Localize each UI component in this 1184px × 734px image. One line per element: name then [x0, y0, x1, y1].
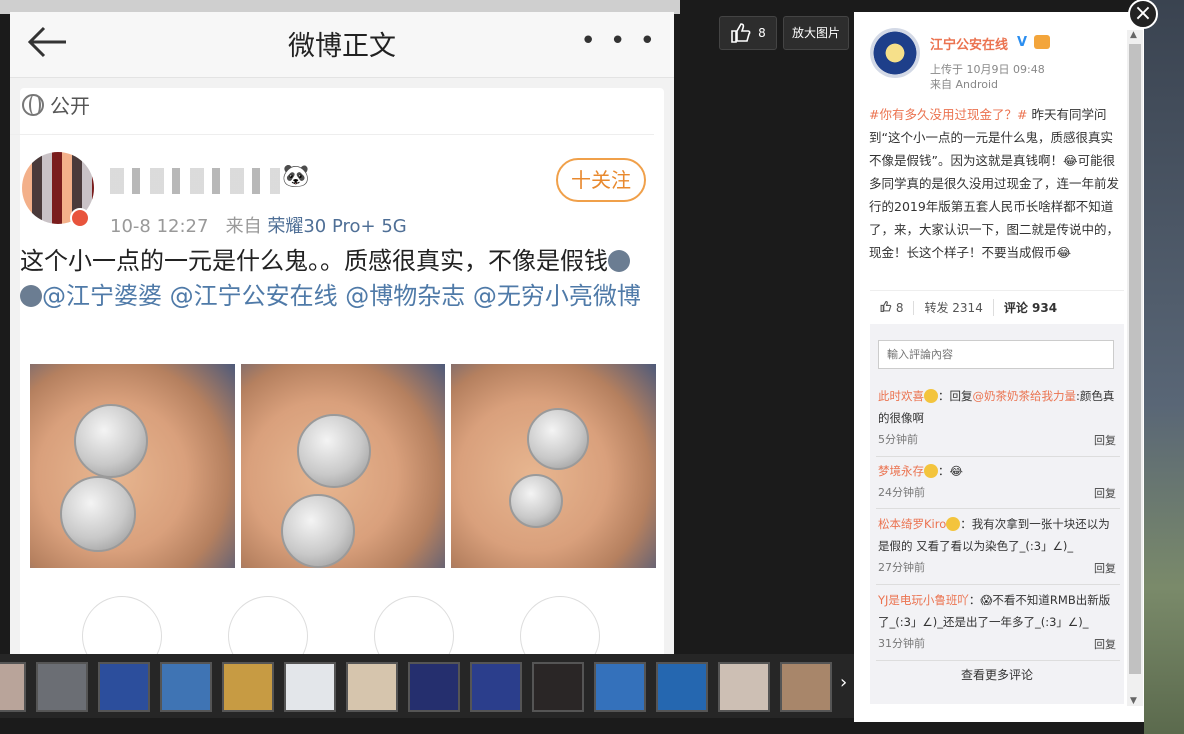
thumbs-up-icon	[731, 23, 751, 43]
comment-user[interactable]: 松本绮罗Kiro	[878, 517, 946, 531]
visibility-label: 公开	[22, 90, 90, 119]
divider	[876, 660, 1120, 661]
author-avatar[interactable]	[870, 28, 920, 78]
thumbnail[interactable]	[470, 662, 522, 712]
thumbnail[interactable]	[346, 662, 398, 712]
thumbnail[interactable]	[780, 662, 832, 712]
comment-item: 梦境永存 ：😂 24分钟前 回复	[878, 460, 1118, 504]
coin-photo-1	[30, 364, 235, 568]
comment-item: YJ是电玩小鲁班吖：😱不看不知道RMB出新版了_(:3」∠)_还是出了一年多了_…	[878, 589, 1118, 655]
like-count: 8	[895, 300, 904, 315]
repost-button[interactable]: 转发 2314	[914, 299, 994, 316]
device-name: 荣耀30 Pro+ 5G	[267, 216, 407, 237]
reply-button[interactable]: 回复	[1094, 483, 1116, 505]
zoom-image-button[interactable]: 放大图片	[783, 16, 849, 50]
divider	[876, 508, 1120, 509]
thumbnail[interactable]	[284, 662, 336, 712]
scroll-thumb[interactable]	[1129, 44, 1141, 674]
reply-button[interactable]: 回复	[1094, 634, 1116, 656]
post-body-text: 昨天有同学问到“这个小一点的一元是什么鬼，质感很真实不像是假钱”。因为这就是真钱…	[869, 107, 1120, 260]
coin-photos	[30, 364, 657, 568]
comment-text: ：😂	[938, 464, 963, 478]
comment-input[interactable]	[878, 340, 1114, 369]
coin-icon	[527, 408, 590, 470]
thumbs-up-icon	[880, 300, 892, 312]
verified-icon: V	[1017, 35, 1028, 50]
background-wallpaper	[1144, 0, 1184, 734]
visibility-text: 公开	[50, 94, 90, 118]
thumbnail[interactable]	[718, 662, 770, 712]
scroll-down-icon[interactable]: ▼	[1130, 696, 1137, 706]
comment-item: 此时欢喜 ：回复@奶茶奶茶给我力量:颜色真的很像啊 5分钟前 回复	[878, 385, 1118, 451]
thumbnail[interactable]	[532, 662, 584, 712]
post-mentions: @江宁婆婆 @江宁公安在线 @博物杂志 @无穷小亮微博	[42, 282, 641, 310]
comment-mention[interactable]: @奶茶奶茶给我力量	[973, 389, 1077, 403]
phone-post-text: 这个小一点的一元是什么鬼。。质感很真实，不像是假钱 @江宁婆婆 @江宁公安在线 @…	[20, 244, 650, 314]
coin-photo-2	[240, 364, 446, 568]
globe-icon	[22, 93, 44, 116]
comment-time: 24分钟前	[878, 486, 925, 499]
coin-icon	[296, 414, 371, 488]
comment-item: 松本绮罗Kiro ：我有次拿到一张十块还以为是假的 又看了看以为染色了_(:3」∠…	[878, 513, 1118, 579]
thumbnail-strip	[0, 654, 854, 718]
comment-time: 27分钟前	[878, 561, 925, 574]
user-badge-icon	[70, 208, 90, 228]
upload-time: 上传于 10月9日 09:48	[930, 63, 1045, 76]
like-count: 8	[758, 26, 766, 40]
thumbnail[interactable]	[98, 662, 150, 712]
thumbnail[interactable]	[656, 662, 708, 712]
thumbnail[interactable]	[36, 662, 88, 712]
phone-page-title: 微博正文	[288, 31, 396, 62]
thumbnail[interactable]	[0, 662, 26, 712]
divider	[10, 134, 654, 135]
vip-emoji-icon	[924, 389, 938, 403]
divider	[876, 456, 1120, 457]
comment-user[interactable]: YJ是电玩小鲁班吖	[878, 593, 969, 607]
coin-icon	[280, 494, 355, 568]
comment-time: 31分钟前	[878, 637, 925, 650]
vip-badge-icon	[1034, 35, 1050, 49]
follow-button: 十关注	[556, 158, 646, 202]
comment-user[interactable]: 此时欢喜	[878, 389, 924, 403]
post-actions: 8 转发 2314 评论 934	[870, 290, 1124, 324]
from-prefix: 来自	[225, 216, 262, 237]
like-image-button[interactable]: 8	[719, 16, 777, 50]
comment-user[interactable]: 梦境永存	[878, 464, 924, 478]
author-name[interactable]: 江宁公安在线	[930, 34, 1008, 53]
comment-text: ：回复	[938, 389, 973, 403]
divider	[876, 584, 1120, 585]
scroll-up-icon[interactable]: ▲	[1130, 30, 1137, 40]
panda-icon: 🐼	[282, 164, 310, 189]
more-dots-icon: • • •	[580, 26, 658, 56]
view-more-comments-link[interactable]: 查看更多评论	[870, 666, 1124, 683]
thumbnail[interactable]	[594, 662, 646, 712]
comment-button[interactable]: 评论 934	[994, 299, 1067, 316]
emoji-icon	[20, 285, 42, 307]
next-thumbnails-button[interactable]: ›	[840, 672, 847, 693]
post-meta: 10-8 12:27 来自 荣耀30 Pro+ 5G	[110, 212, 407, 238]
comment-time: 5分钟前	[878, 433, 918, 446]
like-button[interactable]: 8	[870, 300, 915, 315]
coin-icon	[60, 476, 136, 552]
thumbnail[interactable]	[160, 662, 212, 712]
thumbnail[interactable]	[222, 662, 274, 712]
close-icon[interactable]: ×	[1128, 0, 1158, 29]
reply-button[interactable]: 回复	[1094, 558, 1116, 580]
panel-scrollbar[interactable]: ▲ ▼	[1127, 30, 1143, 706]
reply-button[interactable]: 回复	[1094, 430, 1116, 452]
emoji-icon	[608, 250, 630, 272]
vip-emoji-icon	[946, 517, 961, 531]
coin-icon	[74, 404, 148, 478]
post-time: 10-8 12:27	[110, 216, 209, 237]
topic-tag[interactable]: #你有多久没用过现金了？#	[869, 107, 1027, 122]
thumbnail[interactable]	[408, 662, 460, 712]
post-body: #你有多久没用过现金了？# 昨天有同学问到“这个小一点的一元是什么鬼，质感很真实…	[869, 103, 1125, 264]
blurred-username	[110, 168, 280, 194]
post-text-main: 这个小一点的一元是什么鬼。。质感很真实，不像是假钱	[20, 247, 608, 275]
coin-icon	[509, 474, 564, 528]
coin-photo-3	[451, 364, 657, 568]
vip-emoji-icon	[924, 464, 938, 478]
post-source: 来自 Android	[930, 78, 999, 91]
phone-header: 微博正文 • • •	[10, 12, 674, 78]
